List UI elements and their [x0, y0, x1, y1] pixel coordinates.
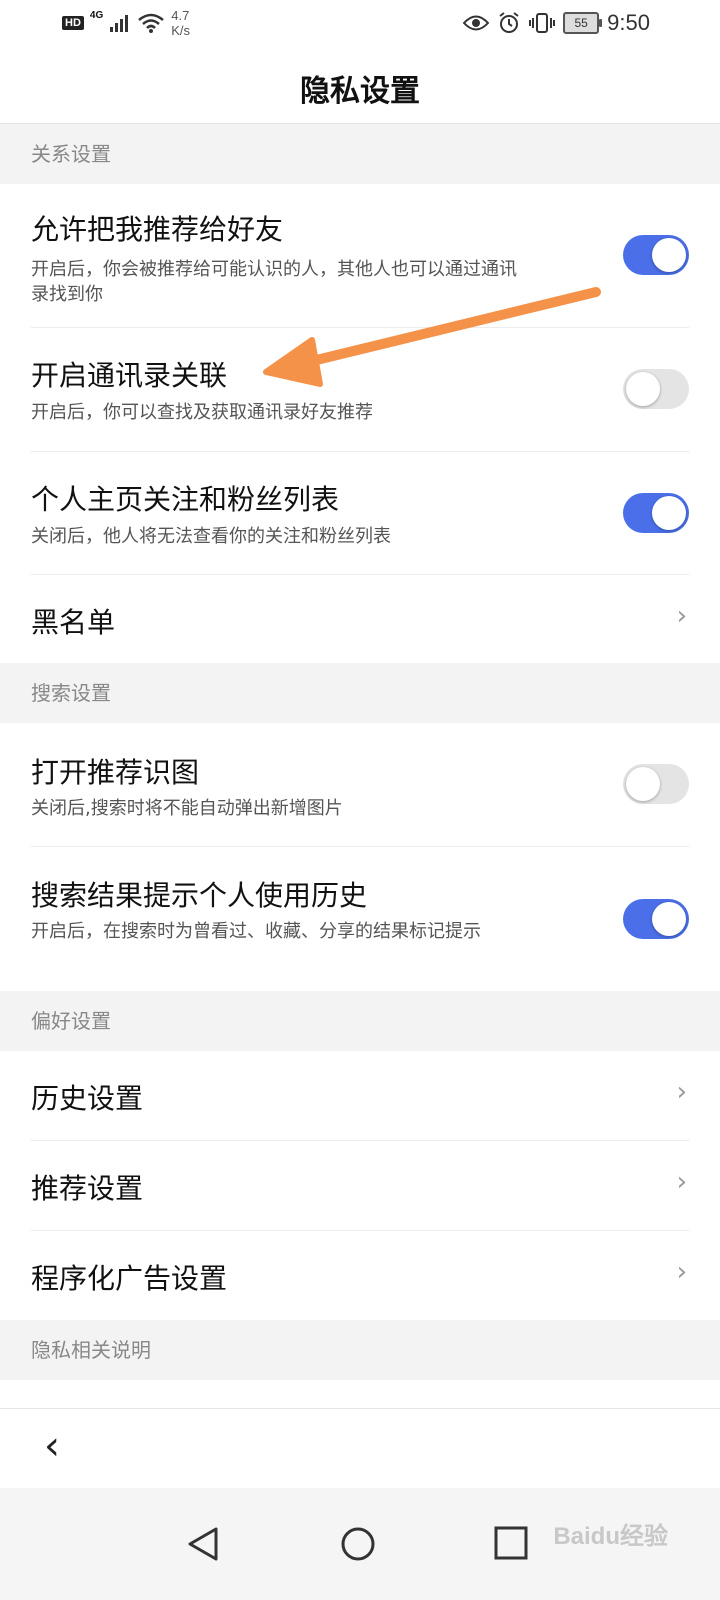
setting-row-recommend-to-friends[interactable]: 允许把我推荐给好友 开启后，你会被推荐给可能认识的人，其他人也可以通过通讯录找到… [31, 184, 689, 328]
bottom-toolbar: ‹ [0, 1408, 720, 1489]
setting-description: 开启后，你可以查找及获取通讯录好友推荐 [31, 402, 373, 423]
setting-title: 程序化广告设置 [31, 1262, 228, 1295]
eye-icon [463, 15, 490, 31]
clock: 9:50 [607, 10, 650, 35]
hd-badge: HD [62, 16, 84, 30]
section-header-preferences: 偏好设置 [0, 991, 720, 1051]
toggle-contacts-link[interactable] [623, 369, 689, 409]
setting-row-contacts-link[interactable]: 开启通讯录关联 开启后，你可以查找及获取通讯录好友推荐 [31, 328, 689, 452]
speed-unit: K/s [171, 23, 191, 38]
watermark: Baidu经验 [553, 1523, 668, 1550]
chevron-right-icon: › [676, 601, 687, 631]
setting-row-history-settings[interactable]: 历史设置 › [31, 1051, 689, 1141]
battery-icon: 55 [563, 12, 603, 34]
setting-row-blacklist[interactable]: 黑名单 › [31, 575, 689, 663]
nav-recents-icon[interactable] [494, 1526, 528, 1560]
toggle-follow-fans-list[interactable] [623, 493, 689, 533]
setting-title: 开启通讯录关联 [31, 359, 228, 392]
section-header-label: 隐私相关说明 [31, 1338, 151, 1362]
chevron-right-icon: › [676, 1167, 687, 1197]
section-header-relationship: 关系设置 [0, 124, 720, 184]
nav-home-icon[interactable] [340, 1526, 376, 1562]
setting-description: 关闭后,搜索时将不能自动弹出新增图片 [31, 798, 343, 819]
setting-title: 允许把我推荐给好友 [31, 213, 284, 246]
toggle-knob [652, 238, 686, 272]
section-header-label: 关系设置 [31, 142, 111, 166]
status-right: 55 9:50 [463, 10, 650, 36]
back-arrow-icon[interactable]: ‹ [44, 1423, 60, 1469]
page-title: 隐私设置 [300, 74, 420, 109]
setting-row-follow-fans-list[interactable]: 个人主页关注和粉丝列表 关闭后，他人将无法查看你的关注和粉丝列表 [31, 452, 689, 575]
setting-row-image-recognition[interactable]: 打开推荐识图 关闭后,搜索时将不能自动弹出新增图片 [31, 723, 689, 847]
nav-back-icon[interactable] [186, 1526, 220, 1562]
wifi-icon [138, 13, 165, 33]
status-bar: HD 4G 4.7 K/s 55 9:50 [0, 0, 720, 50]
toggle-knob [652, 496, 686, 530]
setting-description: 关闭后，他人将无法查看你的关注和粉丝列表 [31, 526, 391, 547]
system-nav-bar: Baidu经验 [0, 1488, 720, 1600]
setting-row-search-history[interactable]: 搜索结果提示个人使用历史 开启后，在搜索时为曾看过、收藏、分享的结果标记提示 [31, 847, 689, 991]
setting-title: 个人主页关注和粉丝列表 [31, 483, 340, 516]
network-type: 4G [89, 9, 104, 21]
toggle-recommend-to-friends[interactable] [623, 235, 689, 275]
section-header-privacy-notes: 隐私相关说明 [0, 1320, 720, 1380]
setting-row-recommend-settings[interactable]: 推荐设置 › [31, 1141, 689, 1231]
chevron-right-icon: › [676, 1077, 687, 1107]
toggle-image-recognition[interactable] [623, 764, 689, 804]
title-bar: 隐私设置 [0, 50, 720, 124]
setting-description: 开启后，在搜索时为曾看过、收藏、分享的结果标记提示 [31, 921, 481, 942]
toggle-search-history[interactable] [623, 899, 689, 939]
section-header-search: 搜索设置 [0, 663, 720, 723]
setting-row-programmatic-ads[interactable]: 程序化广告设置 › [31, 1231, 689, 1320]
section-header-label: 偏好设置 [31, 1009, 111, 1033]
status-left: HD 4G 4.7 K/s [62, 8, 190, 38]
setting-title: 历史设置 [31, 1082, 144, 1115]
alarm-icon [499, 12, 519, 33]
toggle-knob [652, 902, 686, 936]
toggle-knob [626, 767, 660, 801]
setting-title: 搜索结果提示个人使用历史 [31, 879, 368, 912]
toggle-knob [626, 372, 660, 406]
speed-value: 4.7 [171, 8, 190, 23]
section-header-label: 搜索设置 [31, 681, 111, 705]
setting-title: 打开推荐识图 [31, 756, 200, 789]
setting-title: 推荐设置 [31, 1172, 144, 1205]
signal-icon [110, 15, 129, 32]
settings-list: 关系设置 允许把我推荐给好友 开启后，你会被推荐给可能认识的人，其他人也可以通过… [0, 124, 720, 1380]
setting-description: 开启后，你会被推荐给可能认识的人，其他人也可以通过通讯录找到你 [31, 259, 517, 305]
chevron-right-icon: › [676, 1257, 687, 1287]
setting-title: 黑名单 [31, 606, 116, 639]
vibrate-icon [529, 13, 556, 33]
network-speed: 4.7 K/s [171, 8, 190, 38]
